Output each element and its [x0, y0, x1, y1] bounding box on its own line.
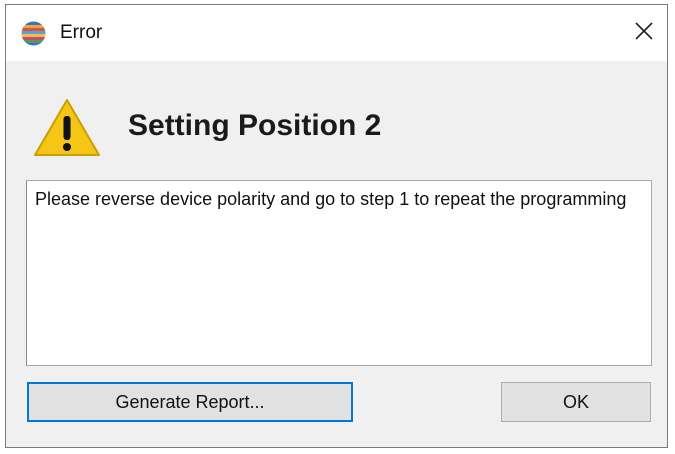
close-button[interactable]	[621, 5, 667, 61]
window-title: Error	[60, 22, 103, 43]
dialog-heading: Setting Position 2	[128, 109, 382, 142]
close-icon	[634, 21, 654, 46]
striped-globe-icon	[21, 21, 46, 46]
warning-triangle-icon	[32, 97, 102, 159]
ok-button[interactable]: OK	[501, 382, 651, 422]
generate-report-button[interactable]: Generate Report...	[27, 382, 353, 422]
title-bar[interactable]: Error	[6, 5, 667, 61]
error-dialog: Error Setting Position 2 Please reverse …	[5, 4, 668, 448]
message-text: Please reverse device polarity and go to…	[26, 180, 652, 366]
